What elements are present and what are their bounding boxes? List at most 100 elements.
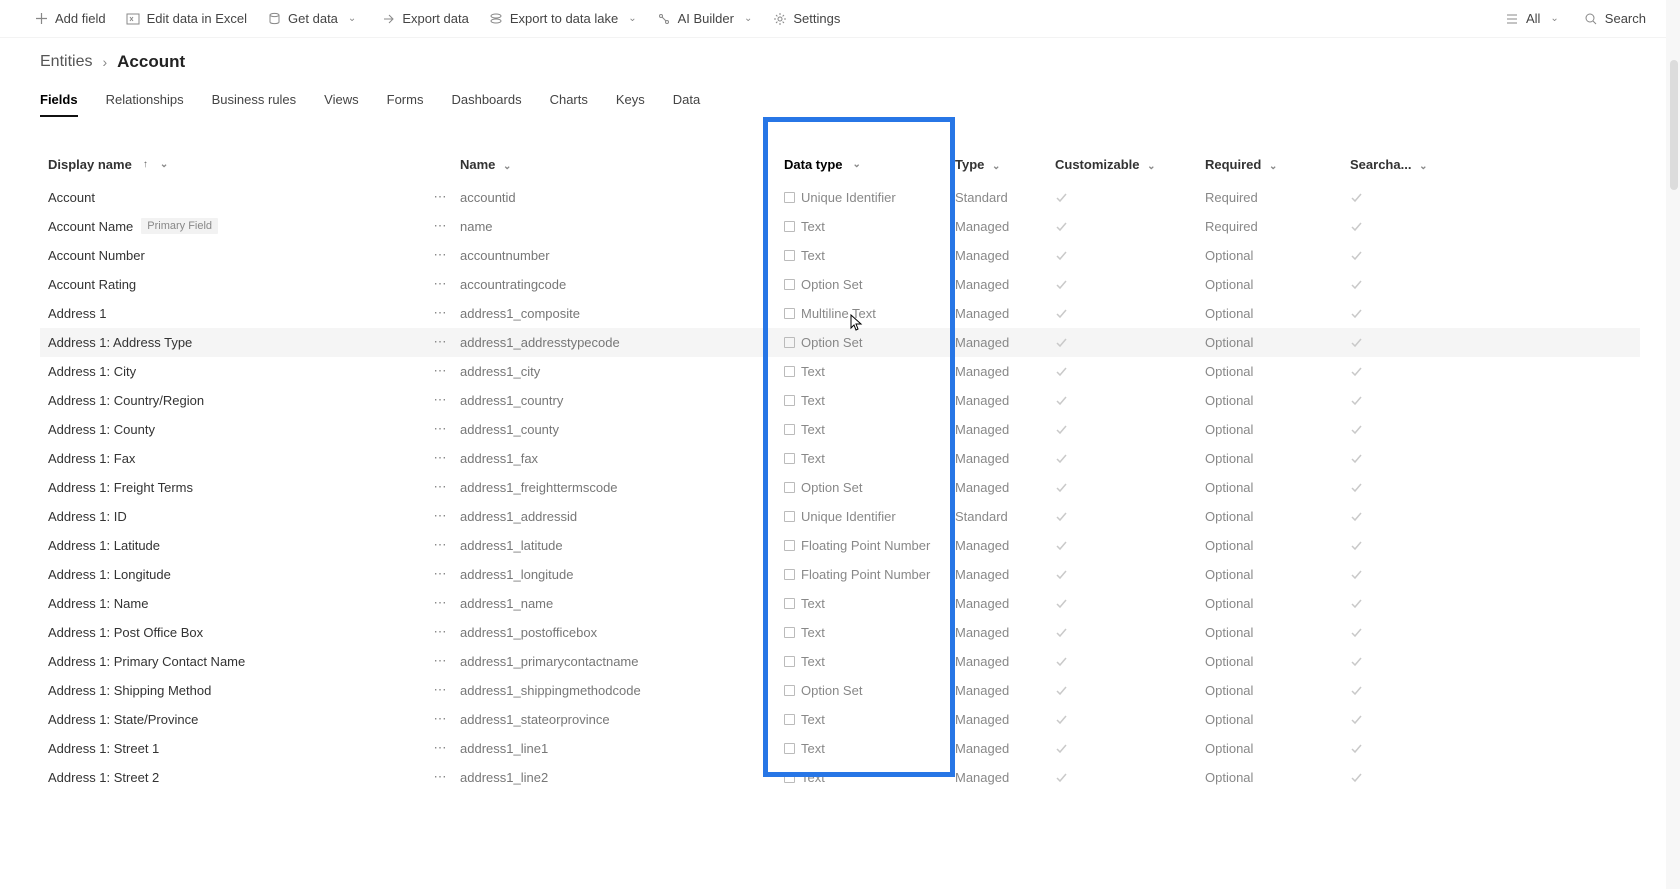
settings-label: Settings (793, 11, 840, 26)
col-type[interactable]: Type ⌄ (955, 157, 1055, 172)
edit-excel-button[interactable]: Edit data in Excel (116, 7, 257, 30)
more-actions-button[interactable]: ⋯ (420, 711, 460, 727)
vertical-scrollbar[interactable] (1666, 0, 1680, 889)
field-required: Optional (1205, 306, 1350, 321)
table-row[interactable]: Address 1: Freight Terms⋯address1_freigh… (40, 473, 1640, 502)
datatype-icon (784, 511, 795, 522)
table-row[interactable]: Account NamePrimary Field⋯nameTextManage… (40, 212, 1640, 241)
more-actions-button[interactable]: ⋯ (420, 537, 460, 553)
more-actions-button[interactable]: ⋯ (420, 276, 460, 292)
table-row[interactable]: Address 1: Country/Region⋯address1_count… (40, 386, 1640, 415)
col-name[interactable]: Name ⌄ (460, 157, 760, 172)
more-actions-button[interactable]: ⋯ (420, 450, 460, 466)
get-data-button[interactable]: Get data ⌄ (257, 7, 366, 30)
field-display-name: Address 1: Street 1 (48, 741, 159, 756)
table-row[interactable]: Address 1: State/Province⋯address1_state… (40, 705, 1640, 734)
tab-dashboards[interactable]: Dashboards (451, 86, 521, 117)
more-actions-button[interactable]: ⋯ (420, 479, 460, 495)
col-customizable[interactable]: Customizable ⌄ (1055, 157, 1205, 172)
field-name: address1_fax (460, 451, 760, 466)
tab-charts[interactable]: Charts (550, 86, 588, 117)
export-data-label: Export data (402, 11, 469, 26)
field-searchable-check (1350, 626, 1430, 639)
table-row[interactable]: Address 1: County⋯address1_countyTextMan… (40, 415, 1640, 444)
more-actions-button[interactable]: ⋯ (420, 769, 460, 785)
table-row[interactable]: Address 1: Post Office Box⋯address1_post… (40, 618, 1640, 647)
tab-business-rules[interactable]: Business rules (212, 86, 297, 117)
table-row[interactable]: Address 1: ID⋯address1_addressidUnique I… (40, 502, 1640, 531)
tab-relationships[interactable]: Relationships (106, 86, 184, 117)
tab-keys[interactable]: Keys (616, 86, 645, 117)
table-row[interactable]: Address 1⋯address1_compositeMultiline Te… (40, 299, 1640, 328)
table-row[interactable]: Address 1: Primary Contact Name⋯address1… (40, 647, 1640, 676)
field-datatype: Text (801, 248, 825, 263)
more-actions-button[interactable]: ⋯ (420, 624, 460, 640)
more-actions-button[interactable]: ⋯ (420, 740, 460, 756)
view-filter-button[interactable]: All ⌄ (1495, 7, 1569, 30)
field-searchable-check (1350, 365, 1430, 378)
field-type: Managed (955, 422, 1055, 437)
field-name: address1_freighttermscode (460, 480, 760, 495)
field-searchable-check (1350, 394, 1430, 407)
ai-builder-button[interactable]: AI Builder ⌄ (647, 7, 763, 30)
add-field-button[interactable]: Add field (24, 7, 116, 30)
table-row[interactable]: Account⋯accountidUnique IdentifierStanda… (40, 183, 1640, 212)
more-actions-button[interactable]: ⋯ (420, 421, 460, 437)
table-row[interactable]: Account Number⋯accountnumberTextManagedO… (40, 241, 1640, 270)
field-customizable-check (1055, 336, 1205, 349)
table-row[interactable]: Address 1: Fax⋯address1_faxTextManagedOp… (40, 444, 1640, 473)
field-customizable-check (1055, 568, 1205, 581)
more-actions-button[interactable]: ⋯ (420, 218, 460, 234)
more-actions-button[interactable]: ⋯ (420, 392, 460, 408)
scrollbar-thumb[interactable] (1670, 60, 1678, 190)
field-type: Managed (955, 480, 1055, 495)
col-display-name[interactable]: Display name ↑ ⌄ (40, 157, 420, 172)
more-actions-button[interactable]: ⋯ (420, 653, 460, 669)
field-required: Optional (1205, 683, 1350, 698)
field-required: Required (1205, 219, 1350, 234)
plus-icon (34, 11, 49, 26)
table-row[interactable]: Address 1: Street 1⋯address1_line1TextMa… (40, 734, 1640, 763)
more-actions-button[interactable]: ⋯ (420, 247, 460, 263)
col-data-type[interactable]: Data type ⌄ (760, 157, 955, 172)
table-row[interactable]: Address 1: Shipping Method⋯address1_ship… (40, 676, 1640, 705)
more-actions-button[interactable]: ⋯ (420, 305, 460, 321)
tab-views[interactable]: Views (324, 86, 358, 117)
field-datatype: Option Set (801, 683, 862, 698)
data-lake-icon (489, 11, 504, 26)
col-searchable[interactable]: Searcha... ⌄ (1350, 157, 1430, 172)
field-display-name: Address 1: City (48, 364, 136, 379)
datatype-icon (784, 424, 795, 435)
table-row[interactable]: Address 1: Latitude⋯address1_latitudeFlo… (40, 531, 1640, 560)
chevron-down-icon: ⌄ (1147, 161, 1155, 172)
field-type: Managed (955, 538, 1055, 553)
tab-data[interactable]: Data (673, 86, 700, 117)
tab-fields[interactable]: Fields (40, 86, 78, 117)
more-actions-button[interactable]: ⋯ (420, 334, 460, 350)
table-row[interactable]: Address 1: Street 2⋯address1_line2TextMa… (40, 763, 1640, 792)
export-lake-button[interactable]: Export to data lake ⌄ (479, 7, 647, 30)
search-button[interactable]: Search (1574, 7, 1656, 30)
table-row[interactable]: Address 1: Address Type⋯address1_address… (40, 328, 1640, 357)
datatype-icon (784, 308, 795, 319)
table-row[interactable]: Address 1: City⋯address1_cityTextManaged… (40, 357, 1640, 386)
settings-button[interactable]: Settings (762, 7, 850, 30)
tab-forms[interactable]: Forms (387, 86, 424, 117)
more-actions-button[interactable]: ⋯ (420, 566, 460, 582)
table-row[interactable]: Address 1: Name⋯address1_nameTextManaged… (40, 589, 1640, 618)
chevron-down-icon: ⌄ (503, 161, 511, 172)
more-actions-button[interactable]: ⋯ (420, 508, 460, 524)
field-datatype: Text (801, 219, 825, 234)
col-required[interactable]: Required ⌄ (1205, 157, 1350, 172)
more-actions-button[interactable]: ⋯ (420, 189, 460, 205)
more-actions-button[interactable]: ⋯ (420, 595, 460, 611)
datatype-icon (784, 395, 795, 406)
field-searchable-check (1350, 597, 1430, 610)
sort-asc-icon: ↑ (143, 159, 148, 170)
more-actions-button[interactable]: ⋯ (420, 363, 460, 379)
export-data-button[interactable]: Export data (371, 7, 479, 30)
table-row[interactable]: Address 1: Longitude⋯address1_longitudeF… (40, 560, 1640, 589)
breadcrumb-root[interactable]: Entities (40, 53, 92, 71)
more-actions-button[interactable]: ⋯ (420, 682, 460, 698)
table-row[interactable]: Account Rating⋯accountratingcodeOption S… (40, 270, 1640, 299)
